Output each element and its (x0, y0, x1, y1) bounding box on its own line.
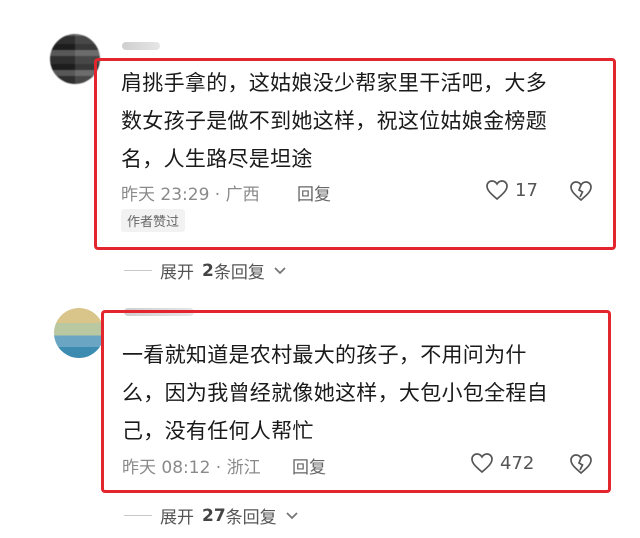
comment-text-line: 己，没有任何人帮忙 (122, 419, 314, 443)
like-button[interactable]: 472 (470, 452, 534, 474)
username-blurred[interactable] (122, 42, 160, 50)
comment-text-line: 么，因为我曾经就像她这样，大包小包全程自 (122, 381, 548, 405)
like-count: 472 (500, 452, 535, 474)
like-count: 17 (515, 179, 538, 201)
divider-line (124, 515, 152, 516)
expand-label-suffix: 条回复 (225, 508, 277, 528)
comment-text-line: 一看就知道是农村最大的孩子，不用问为什 (122, 343, 527, 367)
expand-label: 展开 (160, 263, 194, 283)
expand-label: 展开 (160, 508, 194, 528)
expand-replies-button[interactable]: 展开 27 条回复 (124, 503, 299, 528)
chevron-down-icon (273, 262, 287, 280)
heart-outline-icon (471, 453, 493, 474)
comment-text-line: 肩挑手拿的，这姑娘没少帮家里干活吧，大多 (121, 71, 547, 95)
expand-label-suffix: 条回复 (213, 263, 265, 283)
author-liked-badge: 作者赞过 (121, 209, 186, 232)
broken-heart-icon (570, 454, 592, 475)
expand-replies-button[interactable]: 展开 2 条回复 (124, 258, 287, 283)
heart-outline-icon (486, 180, 508, 201)
dislike-button[interactable] (569, 180, 593, 206)
broken-heart-icon (570, 181, 592, 202)
comment-item: 肩挑手拿的，这姑娘没少帮家里干活吧，大多 数女孩子是做不到她这样，祝这位姑娘金榜… (0, 0, 640, 290)
avatar[interactable] (50, 34, 100, 84)
reply-button[interactable]: 回复 (297, 180, 331, 205)
like-button[interactable]: 17 (485, 179, 538, 201)
comment-text-line: 数女孩子是做不到她这样，祝这位姑娘金榜题 (121, 109, 547, 133)
dislike-button[interactable] (569, 453, 593, 479)
reply-count: 27 (202, 505, 226, 526)
comment-time-location: 昨天 08:12 · 浙江 (122, 458, 261, 478)
divider-line (124, 270, 152, 271)
chevron-down-icon (285, 507, 299, 525)
avatar[interactable] (54, 308, 104, 358)
reply-count: 2 (202, 260, 214, 281)
comment-time-location: 昨天 23:29 · 广西 (121, 185, 260, 205)
comment-text-line: 名，人生路尽是坦途 (121, 147, 313, 171)
reply-button[interactable]: 回复 (292, 453, 326, 478)
